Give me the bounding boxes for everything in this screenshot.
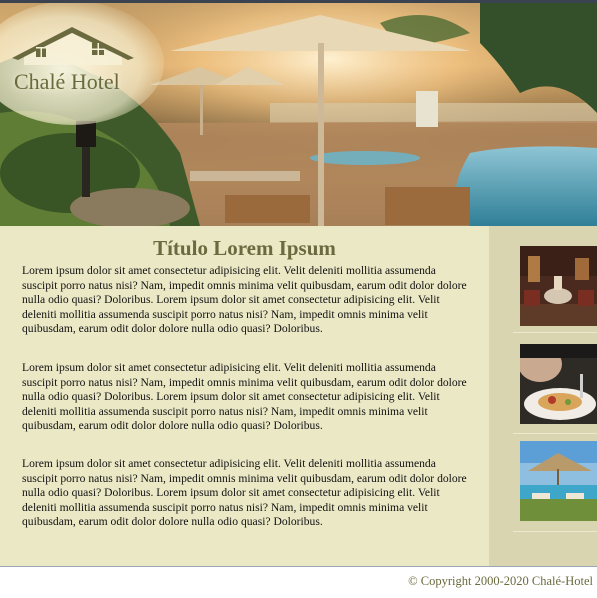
page-title: Título Lorem Ipsum (153, 236, 336, 260)
header-banner: Chalé Hotel (0, 3, 597, 226)
paragraph-2: Lorem ipsum dolor sit amet consectetur a… (22, 361, 467, 432)
hotel-lobby-photo-icon (520, 246, 597, 326)
logo-text: Chalé Hotel (14, 69, 120, 94)
pool-umbrella-photo-icon (520, 441, 597, 521)
divider (513, 531, 597, 532)
footer-divider (0, 566, 597, 567)
sidebar-gallery (489, 226, 597, 566)
main-area: Título Lorem Ipsum Lorem ipsum dolor sit… (0, 226, 597, 566)
thumbnail-dining[interactable] (520, 344, 597, 424)
logo[interactable]: Chalé Hotel (0, 11, 150, 101)
thumbnail-lobby[interactable] (520, 246, 597, 326)
thumbnail-pool[interactable] (520, 441, 597, 521)
paragraph-1: Lorem ipsum dolor sit amet consectetur a… (22, 264, 467, 335)
content-column: Título Lorem Ipsum Lorem ipsum dolor sit… (0, 226, 489, 566)
divider (513, 433, 597, 434)
copyright-text: © Copyright 2000-2020 Chalé-Hotel (408, 574, 593, 588)
paragraph-3: Lorem ipsum dolor sit amet consectetur a… (22, 457, 467, 528)
divider (513, 332, 597, 333)
dining-plate-photo-icon (520, 344, 597, 424)
